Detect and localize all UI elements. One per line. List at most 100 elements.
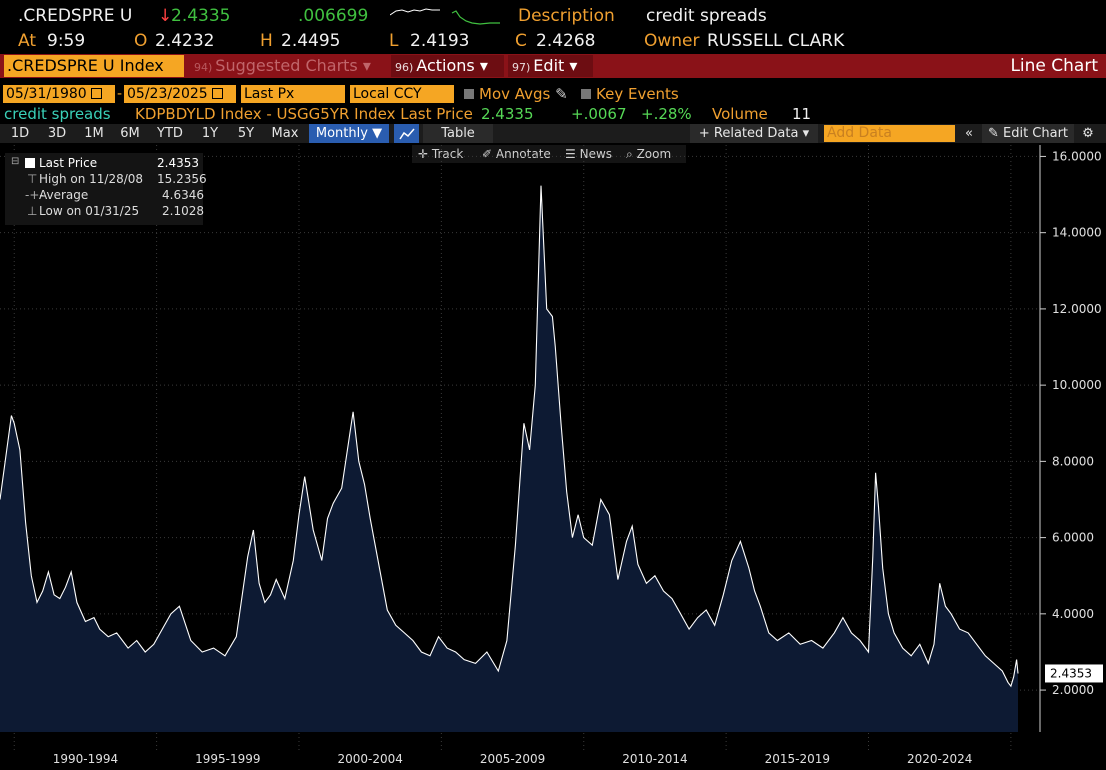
y-tick-label: 12.0000 bbox=[1052, 302, 1102, 316]
volume-value: 11 bbox=[792, 105, 812, 123]
start-date-field[interactable]: 05/31/1980 bbox=[3, 85, 115, 103]
y-tick-label: 16.0000 bbox=[1052, 149, 1102, 163]
sparkline bbox=[390, 8, 500, 25]
series-line bbox=[0, 185, 1019, 688]
chevron-down-icon: ▾ bbox=[362, 56, 371, 75]
mov-avgs-label: Mov Avgs bbox=[479, 85, 551, 103]
series-change: +.0067 bbox=[571, 105, 627, 123]
date-range-dash: - bbox=[117, 86, 123, 102]
related-data-label: Related Data bbox=[713, 126, 799, 141]
table-button[interactable]: Table bbox=[423, 124, 493, 143]
series-price: 2.4335 bbox=[481, 105, 534, 123]
plus-icon: + bbox=[698, 126, 710, 141]
calendar-icon[interactable] bbox=[211, 87, 223, 99]
y-tick-label: 6.0000 bbox=[1052, 531, 1094, 545]
high-value: 2.4495 bbox=[281, 31, 341, 51]
y-tick-label: 10.0000 bbox=[1052, 378, 1102, 392]
suggested-charts-label: Suggested Charts bbox=[215, 56, 358, 75]
currency-select[interactable]: Local CCY bbox=[350, 85, 454, 103]
actions-button[interactable]: 96) Actions ▾ bbox=[391, 55, 504, 77]
ticker-symbol: .CREDSPRE U bbox=[18, 6, 133, 26]
suggested-charts-number: 94) bbox=[194, 61, 213, 74]
chevron-down-icon: ▾ bbox=[479, 56, 488, 75]
area-fill bbox=[0, 185, 1018, 733]
actions-label: Actions bbox=[416, 56, 475, 75]
edit-label: Edit bbox=[533, 56, 565, 75]
period-3d[interactable]: 3D bbox=[41, 124, 73, 143]
low-marker-icon: ⊥ bbox=[27, 204, 38, 218]
pencil-icon: ✎ bbox=[987, 126, 999, 141]
low-label: L bbox=[389, 31, 399, 51]
actions-number: 96) bbox=[395, 61, 414, 74]
line-chart[interactable]: 16.0000 14.0000 12.0000 10.0000 8.0000 6.0000… bbox=[0, 145, 1106, 770]
related-data-button[interactable]: + Related Data ▾ bbox=[690, 124, 818, 143]
period-6m[interactable]: 6M bbox=[114, 124, 146, 143]
series-formula: KDPBDYLD Index - USGG5YR Index Last Pric… bbox=[135, 105, 473, 123]
y-tick-label: 8.0000 bbox=[1052, 454, 1094, 468]
y-tick-label: 14.0000 bbox=[1052, 226, 1102, 240]
frequency-label: Monthly bbox=[315, 126, 368, 141]
volume-label: Volume bbox=[712, 105, 768, 123]
at-label: At bbox=[18, 31, 36, 51]
owner-value: RUSSELL CLARK bbox=[707, 31, 845, 51]
chevron-down-icon: ▾ bbox=[802, 126, 810, 141]
net-change: .006699 bbox=[298, 6, 369, 26]
period-1m[interactable]: 1M bbox=[78, 124, 110, 143]
legend-low-label: Low on 01/31/25 bbox=[39, 204, 140, 218]
suggested-charts-button[interactable]: 94) Suggested Charts ▾ bbox=[190, 55, 386, 77]
x-tick-label: 2020-2024 bbox=[907, 752, 972, 766]
open-value: 2.4232 bbox=[155, 31, 215, 51]
chart-legend: ⊟ Last Price 2.4353 ⊤ High on 11/28/08 1… bbox=[5, 153, 207, 225]
period-max[interactable]: Max bbox=[266, 124, 304, 143]
x-tick-label: 2005-2009 bbox=[480, 752, 545, 766]
open-label: O bbox=[134, 31, 148, 51]
edit-chart-button[interactable]: ✎ Edit Chart bbox=[982, 124, 1074, 143]
x-tick-label: 2000-2004 bbox=[337, 752, 402, 766]
checkbox-icon[interactable] bbox=[464, 88, 474, 99]
period-5y[interactable]: 5Y bbox=[230, 124, 262, 143]
line-chart-icon[interactable] bbox=[394, 124, 419, 143]
close-label: C bbox=[515, 31, 527, 51]
series-pct-change: +.28% bbox=[641, 105, 692, 123]
low-value: 2.4193 bbox=[410, 31, 470, 51]
x-tick-label: 1990-1994 bbox=[53, 752, 118, 766]
high-marker-icon: ⊤ bbox=[27, 172, 38, 186]
end-date-field[interactable]: 05/23/2025 bbox=[124, 85, 236, 103]
collapse-icon[interactable]: « bbox=[958, 124, 980, 143]
price-field-select[interactable]: Last Px bbox=[241, 85, 345, 103]
series-name: credit spreads bbox=[4, 105, 111, 123]
pencil-icon[interactable]: ✎ bbox=[555, 85, 568, 103]
period-1d[interactable]: 1D bbox=[6, 124, 34, 143]
edit-button[interactable]: 97) Edit ▾ bbox=[508, 55, 593, 77]
description-value: credit spreads bbox=[646, 6, 767, 26]
close-value: 2.4268 bbox=[536, 31, 596, 51]
legend-last-value: 2.4353 bbox=[157, 156, 199, 170]
last-value-label: 2.4353 bbox=[1050, 666, 1092, 680]
mov-avgs-toggle[interactable]: Mov Avgs ✎ bbox=[464, 85, 568, 103]
chevron-down-icon: ▾ bbox=[569, 56, 578, 75]
y-tick-label: 2.0000 bbox=[1052, 683, 1094, 697]
triangle-down-icon: ▼ bbox=[372, 126, 383, 141]
add-data-input[interactable]: Add Data bbox=[824, 125, 955, 142]
frequency-select[interactable]: Monthly ▼ bbox=[309, 124, 389, 143]
y-tick-label: 4.0000 bbox=[1052, 607, 1094, 621]
security-tab[interactable]: .CREDSPRE U Index bbox=[4, 55, 184, 77]
period-ytd[interactable]: YTD bbox=[150, 124, 190, 143]
edit-number: 97) bbox=[512, 61, 531, 74]
collapse-box-icon[interactable]: ⊟ bbox=[11, 156, 19, 167]
chart-type-title: Line Chart bbox=[1010, 56, 1098, 76]
legend-high-value: 15.2356 bbox=[157, 172, 207, 186]
start-date-value: 05/31/1980 bbox=[6, 86, 87, 102]
period-1y[interactable]: 1Y bbox=[194, 124, 226, 143]
gear-icon[interactable]: ⚙ bbox=[1077, 124, 1099, 143]
legend-low-value: 2.1028 bbox=[162, 204, 204, 218]
calendar-icon[interactable] bbox=[90, 87, 102, 99]
x-tick-label: 2010-2014 bbox=[622, 752, 687, 766]
checkbox-icon[interactable] bbox=[581, 88, 591, 99]
key-events-toggle[interactable]: Key Events bbox=[581, 85, 679, 103]
quote-time: 9:59 bbox=[47, 31, 86, 51]
key-events-label: Key Events bbox=[596, 85, 679, 103]
owner-label: Owner bbox=[644, 31, 700, 51]
end-date-value: 05/23/2025 bbox=[127, 86, 208, 102]
description-label: Description bbox=[518, 6, 615, 26]
